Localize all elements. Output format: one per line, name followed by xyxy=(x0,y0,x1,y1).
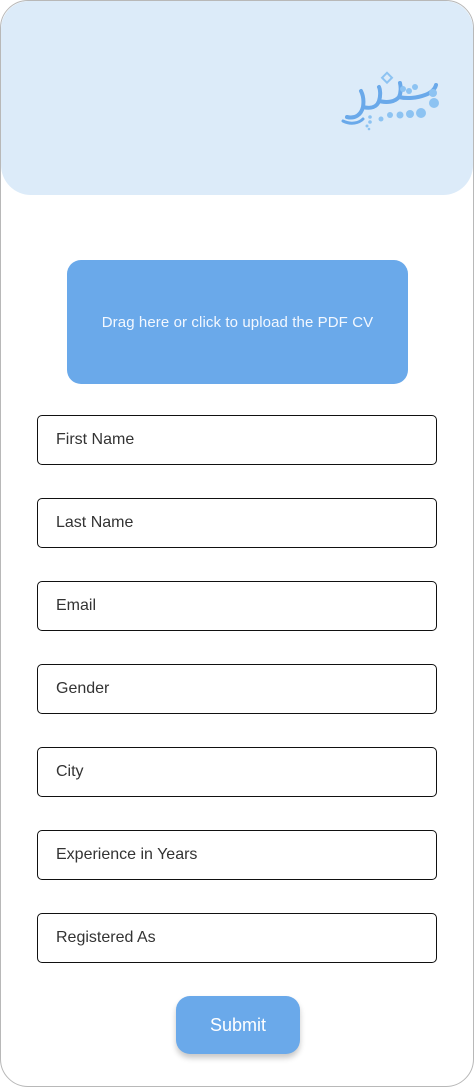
email-field-box xyxy=(37,581,437,631)
last-name-field-box xyxy=(37,498,437,548)
arabic-calligraphy-logo-icon xyxy=(341,71,439,131)
email-input[interactable] xyxy=(54,596,418,616)
registered-as-input[interactable] xyxy=(54,928,418,948)
cv-upload-label: Drag here or click to upload the PDF CV xyxy=(101,313,374,331)
experience-years-input[interactable] xyxy=(54,845,418,865)
city-field-box xyxy=(37,747,437,797)
first-name-input[interactable] xyxy=(54,430,418,450)
registered-as-field-box xyxy=(37,913,437,963)
last-name-input[interactable] xyxy=(54,513,418,533)
gender-field-box xyxy=(37,664,437,714)
header-banner xyxy=(1,1,473,195)
gender-input[interactable] xyxy=(54,679,418,699)
experience-field-box xyxy=(37,830,437,880)
city-input[interactable] xyxy=(54,762,418,782)
first-name-field-box xyxy=(37,415,437,465)
cv-upload-dropzone[interactable]: Drag here or click to upload the PDF CV xyxy=(67,260,408,384)
form-card: Drag here or click to upload the PDF CV … xyxy=(0,0,474,1087)
submit-button[interactable]: Submit xyxy=(176,996,300,1054)
